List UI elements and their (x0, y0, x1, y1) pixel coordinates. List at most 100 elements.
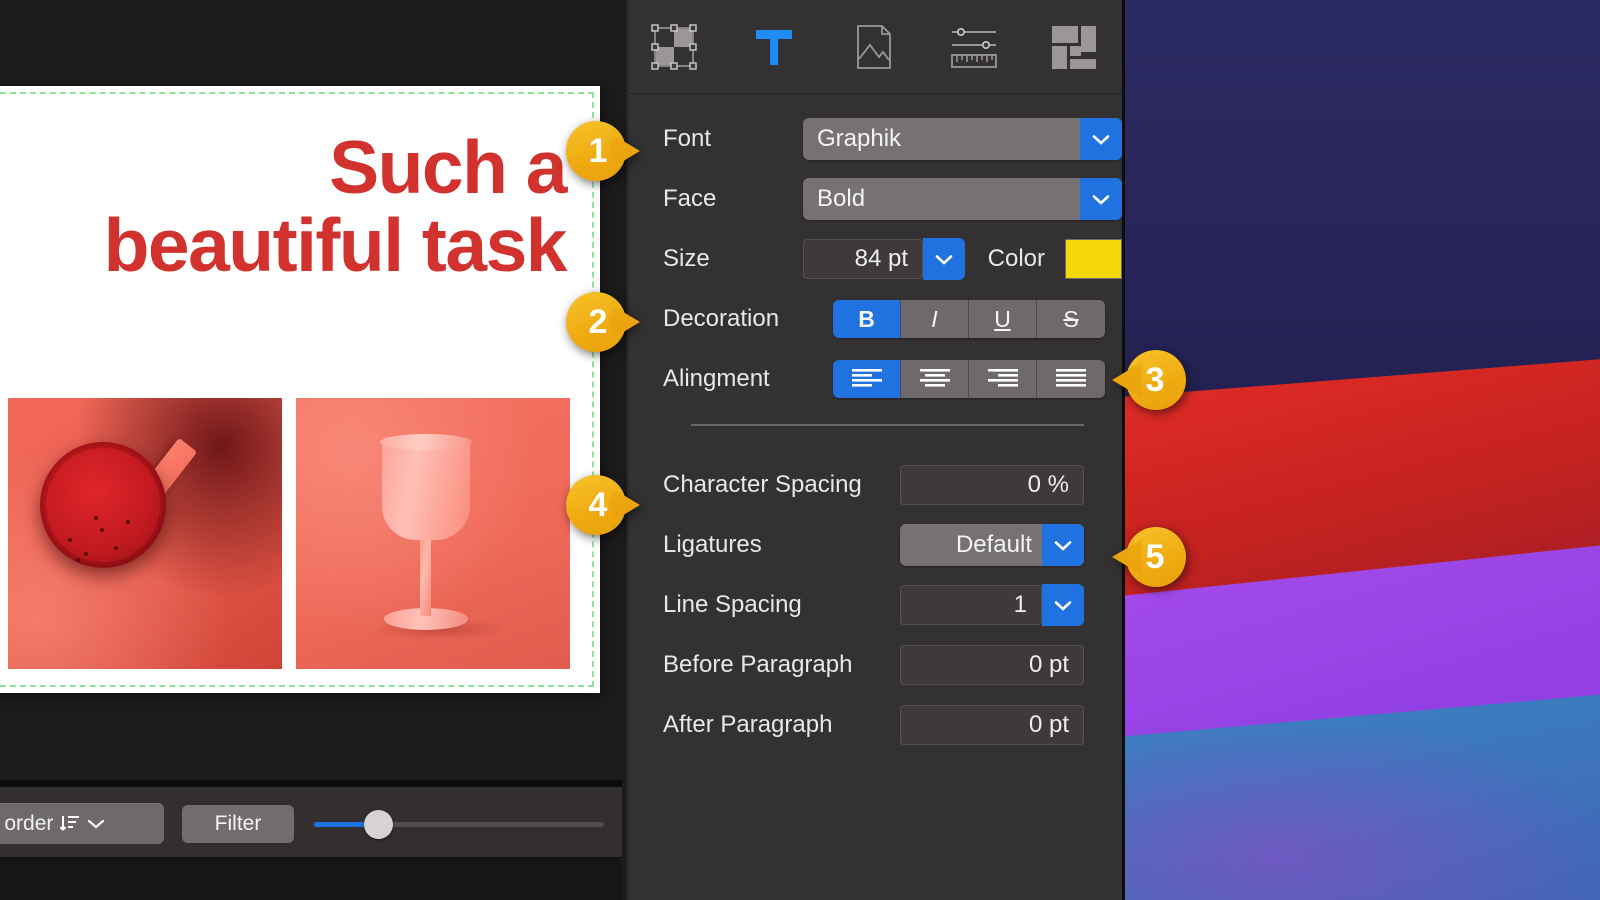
decoration-row: Decoration B I U S (625, 296, 1122, 342)
badge-tip (610, 304, 640, 340)
color-swatch[interactable] (1065, 239, 1122, 279)
callout-number: 3 (1145, 360, 1165, 399)
font-label: Font (663, 125, 712, 152)
callout-number: 4 (588, 485, 608, 524)
sliders-ruler-icon (948, 21, 1000, 73)
line-spacing-input[interactable]: 1 (900, 585, 1042, 625)
before-paragraph-row: Before Paragraph 0 pt (625, 642, 1122, 688)
glass-rim (380, 434, 472, 450)
chevron-down-icon[interactable] (1080, 178, 1122, 220)
alignment-label: Alingment (663, 365, 770, 392)
text-options-form: Font Graphik Face Bold Size 84 pt Color … (625, 94, 1122, 748)
align-center-icon (918, 366, 952, 393)
zoom-slider-knob[interactable] (364, 810, 393, 839)
line-spacing-value: 1 (1013, 591, 1027, 618)
align-right-button[interactable] (969, 360, 1037, 398)
adjust-tab[interactable] (947, 20, 1001, 74)
headline-text-block[interactable]: Such a beautiful task (0, 125, 568, 287)
face-label: Face (663, 185, 717, 212)
ligatures-select[interactable]: Default (900, 524, 1084, 566)
line-spacing-label: Line Spacing (663, 591, 802, 618)
layout-tab[interactable] (1047, 20, 1101, 74)
document-footer (0, 858, 622, 900)
italic-button[interactable]: I (901, 300, 969, 338)
font-row: Font Graphik (625, 116, 1122, 162)
align-center-button[interactable] (901, 360, 969, 398)
glass-cup (382, 440, 470, 540)
strikethrough-button[interactable]: S (1037, 300, 1105, 338)
canvas-top-strip (0, 0, 622, 86)
callout-badge-1: 1 (566, 121, 640, 181)
screen: Such a beautiful task order Filter Font … (0, 0, 1600, 900)
photo-red-drink-bowl[interactable] (8, 398, 282, 669)
character-spacing-value: 0 % (1027, 471, 1069, 498)
section-divider (691, 424, 1084, 426)
size-stepper[interactable]: 84 pt (803, 238, 965, 280)
zoom-slider[interactable] (314, 810, 604, 839)
line-spacing-stepper[interactable]: 1 (900, 584, 1084, 626)
image-tab[interactable] (847, 20, 901, 74)
size-color-row: Size 84 pt Color (625, 236, 1122, 282)
face-select[interactable]: Bold (803, 178, 1122, 220)
before-paragraph-label: Before Paragraph (663, 651, 853, 678)
badge-tip (610, 133, 640, 169)
size-input[interactable]: 84 pt (803, 239, 923, 279)
align-justify-button[interactable] (1037, 360, 1105, 398)
bottom-toolbar: ort order Filter (0, 786, 622, 858)
strikethrough-label: S (1063, 305, 1079, 332)
character-spacing-input[interactable]: 0 % (900, 465, 1084, 505)
font-value: Graphik (817, 125, 902, 152)
text-inspector-panel: Font Graphik Face Bold Size 84 pt Color … (625, 0, 1122, 900)
layout-grid-icon (1048, 21, 1100, 73)
character-spacing-label: Character Spacing (663, 471, 862, 498)
callout-number: 1 (588, 131, 608, 170)
italic-label: I (931, 305, 938, 332)
after-paragraph-row: After Paragraph 0 pt (625, 702, 1122, 748)
underline-label: U (994, 305, 1011, 332)
headline-line-1: Such a (329, 125, 567, 209)
after-paragraph-value: 0 pt (1028, 711, 1069, 738)
text-t-icon (748, 21, 800, 73)
alignment-segmented-control (833, 360, 1105, 398)
headline-line-2: beautiful task (103, 203, 568, 287)
after-paragraph-input[interactable]: 0 pt (900, 705, 1084, 745)
document-canvas-area[interactable]: Such a beautiful task order Filter (0, 0, 622, 900)
callout-number: 2 (588, 302, 608, 341)
bubbles (60, 508, 150, 564)
size-value: 84 pt (854, 245, 908, 272)
arrange-icon (648, 21, 700, 73)
wallpaper-glow (1122, 700, 1600, 900)
badge-tip (1112, 539, 1142, 575)
inspector-tab-bar (625, 0, 1122, 94)
before-paragraph-input[interactable]: 0 pt (900, 645, 1084, 685)
after-paragraph-label: After Paragraph (663, 711, 833, 738)
callout-badge-2: 2 (566, 292, 640, 352)
align-left-button[interactable] (833, 360, 901, 398)
photo-row (8, 398, 570, 669)
face-value: Bold (817, 185, 866, 212)
callout-number: 5 (1145, 537, 1165, 576)
glass-stem (420, 538, 431, 616)
badge-tip (610, 487, 640, 523)
arrange-tab[interactable] (647, 20, 701, 74)
text-tab[interactable] (747, 20, 801, 74)
slide-canvas[interactable]: Such a beautiful task (0, 86, 600, 693)
callout-badge-3: 3 (1112, 350, 1186, 410)
before-paragraph-value: 0 pt (1028, 651, 1069, 678)
filter-button[interactable]: Filter (182, 805, 294, 843)
photo-pink-wine-glass[interactable] (296, 398, 570, 669)
underline-button[interactable]: U (969, 300, 1037, 338)
chevron-down-icon[interactable] (923, 238, 965, 280)
chevron-down-icon[interactable] (1042, 524, 1084, 566)
font-select[interactable]: Graphik (803, 118, 1122, 160)
decoration-label: Decoration (663, 305, 780, 332)
callout-badge-4: 4 (566, 475, 640, 535)
align-left-icon (850, 366, 884, 393)
bold-button[interactable]: B (833, 300, 901, 338)
sort-order-button[interactable]: ort order (0, 803, 164, 844)
chevron-down-icon[interactable] (1080, 118, 1122, 160)
decoration-segmented-control: B I U S (833, 300, 1105, 338)
desktop-wallpaper (1122, 0, 1600, 900)
badge-tip (1112, 362, 1142, 398)
chevron-down-icon[interactable] (1042, 584, 1084, 626)
